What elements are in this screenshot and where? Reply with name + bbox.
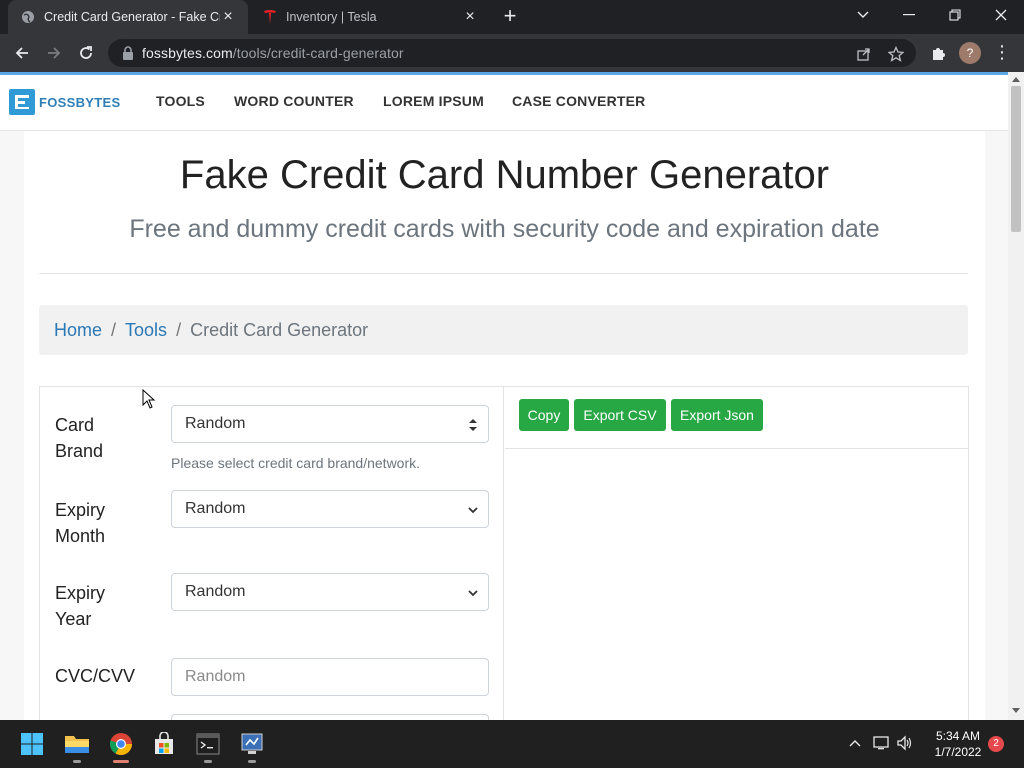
tab-credit-card-generator[interactable]: Credit Card Generator - Fake Credit Card…: [8, 0, 248, 34]
expiry-year-value: Random: [185, 583, 246, 600]
back-icon[interactable]: [10, 41, 34, 65]
site-navbar: FOSSBYTES TOOLS WORD COUNTER LOREM IPSUM…: [0, 75, 1008, 131]
expiry-month-label: Expiry Month: [55, 500, 106, 546]
sort-arrows-icon: [469, 419, 477, 431]
fossbytes-logo-icon: [9, 89, 35, 115]
divider: [39, 273, 968, 274]
url-text: fossbytes.com/tools/credit-card-generato…: [142, 45, 404, 61]
card-brand-help: Please select credit card brand/network.: [171, 455, 421, 471]
clock-time: 5:34 AM: [935, 729, 981, 743]
app-icon[interactable]: [236, 728, 268, 760]
nav-lorem-ipsum[interactable]: LOREM IPSUM: [383, 93, 484, 109]
minimize-icon[interactable]: [886, 0, 932, 30]
network-icon[interactable]: [873, 734, 891, 752]
page-scrollbar[interactable]: [1008, 72, 1024, 720]
card-brand-value: Random: [185, 415, 246, 432]
windows-taskbar: 5:34 AM 1/7/2022 2: [0, 720, 1024, 768]
taskbar-running-indicator: [248, 760, 256, 763]
export-csv-button[interactable]: Export CSV: [574, 399, 666, 431]
export-json-button[interactable]: Export Json: [671, 399, 763, 431]
chrome-icon[interactable]: [105, 728, 137, 760]
mouse-cursor-icon: [142, 389, 156, 409]
cvc-input[interactable]: Random: [171, 658, 489, 696]
url-path: /tools/credit-card-generator: [232, 45, 404, 61]
expiry-year-select[interactable]: Random: [171, 573, 489, 611]
browser-toolbar: fossbytes.com/tools/credit-card-generato…: [0, 34, 1024, 72]
terminal-icon[interactable]: [192, 728, 224, 760]
system-clock[interactable]: 5:34 AM 1/7/2022: [928, 728, 988, 760]
expiry-month-value: Random: [185, 500, 246, 517]
scroll-up-icon[interactable]: [1012, 76, 1020, 82]
file-explorer-icon[interactable]: [61, 728, 93, 760]
close-tab-icon[interactable]: ×: [462, 9, 478, 25]
taskbar-running-indicator: [204, 760, 212, 763]
nav-tools[interactable]: TOOLS: [156, 93, 205, 109]
tab-title: Credit Card Generator - Fake Credit Card…: [44, 10, 220, 24]
url-domain: fossbytes.com: [142, 45, 233, 61]
volume-icon[interactable]: [896, 734, 914, 752]
breadcrumb-home[interactable]: Home: [54, 320, 102, 341]
site-logo[interactable]: FOSSBYTES: [9, 89, 120, 115]
chevron-down-icon: [468, 590, 478, 597]
breadcrumb: Home / Tools / Credit Card Generator: [39, 305, 968, 355]
chevron-up-icon[interactable]: [846, 734, 864, 752]
taskbar-running-indicator: [73, 760, 81, 763]
reload-icon[interactable]: [74, 41, 98, 65]
output-toolbar: Copy Export CSV Export Json: [505, 387, 969, 449]
tab-title: Inventory | Tesla: [286, 10, 377, 24]
generator-panel: Card Brand Random Please select credit c…: [39, 386, 969, 720]
start-icon[interactable]: [16, 728, 48, 760]
cvc-label: CVC/CVV: [55, 666, 136, 686]
forward-icon[interactable]: [42, 41, 66, 65]
taskbar-active-indicator: [113, 760, 129, 763]
restore-icon[interactable]: [932, 0, 978, 30]
store-icon[interactable]: [148, 728, 180, 760]
browser-tab-strip: Credit Card Generator - Fake Credit Card…: [0, 0, 1024, 34]
clock-date: 1/7/2022: [934, 745, 982, 759]
nav-word-counter[interactable]: WORD COUNTER: [234, 93, 354, 109]
tab-search-icon[interactable]: [840, 0, 886, 30]
notification-badge[interactable]: 2: [988, 736, 1004, 752]
copy-button[interactable]: Copy: [519, 399, 569, 431]
share-icon[interactable]: [854, 44, 874, 64]
extensions-puzzle-icon[interactable]: [926, 41, 950, 65]
close-window-icon[interactable]: [978, 0, 1024, 30]
logo-text: FOSSBYTES: [39, 94, 121, 110]
scrollbar-thumb[interactable]: [1011, 86, 1021, 232]
page-title: Fake Credit Card Number Generator: [179, 153, 830, 197]
expiry-year-label: Expiry Year: [55, 583, 106, 629]
card-brand-select[interactable]: Random: [171, 405, 489, 443]
breadcrumb-current: Credit Card Generator: [190, 319, 369, 340]
breadcrumb-separator: /: [111, 319, 117, 340]
new-tab-button[interactable]: +: [498, 5, 522, 29]
close-tab-icon[interactable]: ×: [220, 9, 236, 25]
page-subtitle: Free and dummy credit cards with securit…: [129, 215, 880, 243]
nav-case-converter[interactable]: CASE CONVERTER: [512, 93, 645, 109]
expiry-month-select[interactable]: Random: [171, 490, 489, 528]
options-form: Card Brand Random Please select credit c…: [40, 387, 504, 720]
lock-icon[interactable]: [122, 46, 134, 60]
breadcrumb-tools[interactable]: Tools: [125, 320, 167, 341]
card-brand-label: Card Brand: [55, 415, 104, 461]
tesla-logo-icon: [262, 9, 278, 25]
profile-avatar[interactable]: ?: [959, 42, 981, 64]
main-content: Fake Credit Card Number Generator Free a…: [24, 131, 985, 720]
bookmark-star-icon[interactable]: [886, 44, 906, 64]
address-bar[interactable]: fossbytes.com/tools/credit-card-generato…: [108, 39, 916, 67]
scroll-down-icon[interactable]: [1012, 708, 1020, 714]
chevron-down-icon: [468, 507, 478, 514]
browser-menu-icon[interactable]: ⋮: [992, 42, 1012, 64]
globe-icon: [20, 9, 36, 25]
breadcrumb-separator: /: [176, 319, 182, 340]
tab-inventory-tesla[interactable]: Inventory | Tesla ×: [250, 0, 490, 34]
